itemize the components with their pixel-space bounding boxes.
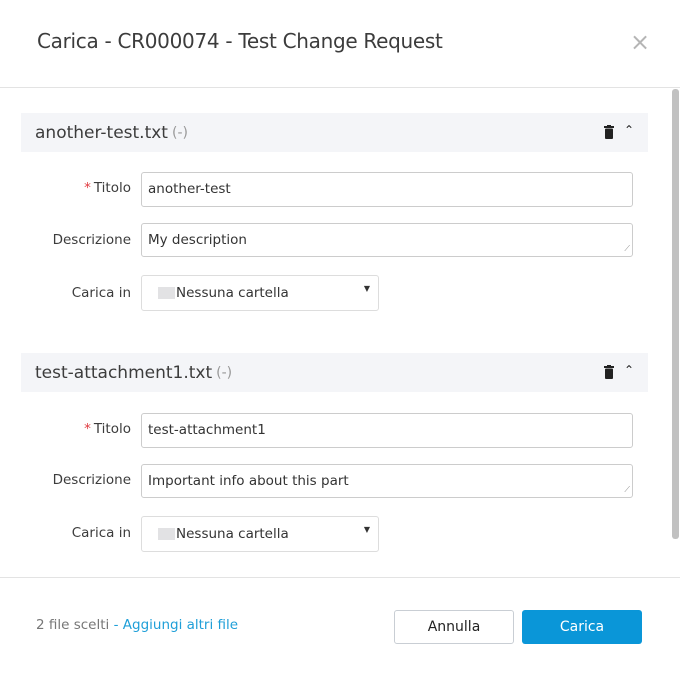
folder-icon — [158, 528, 175, 540]
title-input[interactable]: another-test — [141, 172, 633, 207]
dialog-title: Carica - CR000074 - Test Change Request — [37, 29, 443, 53]
title-input[interactable]: test-attachment1 — [141, 413, 633, 448]
add-more-files-link[interactable]: Aggiungi altri file — [123, 617, 238, 633]
dialog-footer: 2 file scelti - Aggiungi altri file Annu… — [0, 577, 680, 675]
folder-label: Carica in — [71, 525, 131, 541]
file-section-header[interactable]: test-attachment1.txt (-) ⌃ — [21, 353, 648, 392]
caret-down-icon: ▼ — [363, 284, 370, 293]
folder-select[interactable]: Nessuna cartella ▼ — [141, 516, 379, 552]
dialog-header: Carica - CR000074 - Test Change Request … — [0, 0, 680, 88]
file-size: (-) — [216, 364, 233, 381]
folder-label: Carica in — [71, 285, 131, 301]
cancel-button[interactable]: Annulla — [394, 610, 514, 644]
chevron-up-icon[interactable]: ⌃ — [624, 123, 634, 137]
title-label: * Titolo — [84, 421, 131, 437]
file-section-header[interactable]: another-test.txt (-) ⌃ — [21, 113, 648, 152]
dialog-body: another-test.txt (-) ⌃ * Titolo another-t… — [0, 89, 680, 577]
chevron-up-icon[interactable]: ⌃ — [624, 363, 634, 377]
file-section: test-attachment1.txt (-) ⌃ * Titolo test-… — [21, 353, 648, 552]
file-name: another-test.txt — [35, 122, 168, 143]
folder-select[interactable]: Nessuna cartella ▼ — [141, 275, 379, 311]
title-label: * Titolo — [84, 180, 131, 196]
file-count: 2 file scelti - Aggiungi altri file — [36, 617, 239, 633]
trash-icon[interactable] — [604, 365, 614, 379]
upload-button[interactable]: Carica — [522, 610, 642, 644]
description-label: Descrizione — [52, 472, 131, 488]
file-size: (-) — [171, 124, 188, 141]
description-textarea[interactable]: Important info about this part ⟋ — [141, 464, 633, 498]
folder-icon — [158, 287, 175, 299]
description-label: Descrizione — [52, 232, 131, 248]
file-section: another-test.txt (-) ⌃ * Titolo another-t… — [21, 113, 648, 311]
caret-down-icon: ▼ — [363, 525, 370, 534]
close-icon[interactable]: × — [630, 30, 650, 54]
trash-icon[interactable] — [604, 125, 614, 139]
description-textarea[interactable]: My description ⟋ — [141, 223, 633, 257]
scrollbar[interactable] — [672, 89, 679, 539]
file-name: test-attachment1.txt — [35, 362, 213, 383]
